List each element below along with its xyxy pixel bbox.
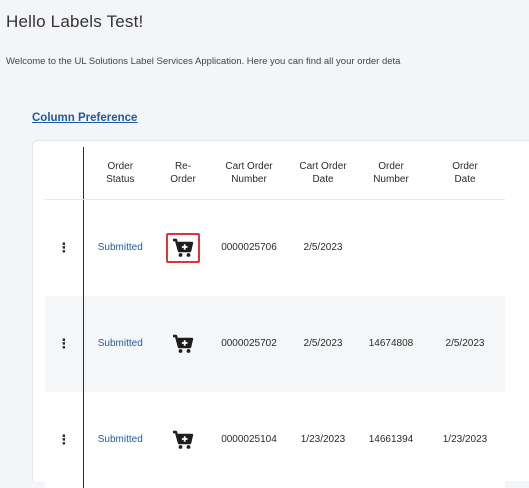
cart-order-date-cell: 2/5/2023 [289, 199, 357, 296]
column-header-order-number[interactable]: Order Number [357, 147, 425, 200]
table-row: ⋮ Submitted 0000025706 2/5/2023 [45, 199, 505, 296]
table-header-row: Order Status Re-Order Cart Order Number … [45, 147, 505, 200]
row-menu-icon[interactable]: ⋮ [57, 432, 70, 447]
table-row: ⋮ Submitted 0000025702 2/5/2023 14674808… [45, 295, 505, 392]
column-header-reorder[interactable]: Re-Order [157, 147, 209, 200]
order-status-link[interactable]: Submitted [98, 242, 143, 253]
column-header-menu [45, 147, 84, 200]
cart-plus-icon [173, 334, 194, 353]
column-header-order-status[interactable]: Order Status [83, 147, 157, 200]
order-status-link[interactable]: Submitted [98, 434, 143, 445]
order-status-link[interactable]: Submitted [98, 338, 143, 349]
cart-order-number-cell: 0000025702 [209, 295, 289, 392]
page-greeting: Hello Labels Test! [6, 12, 144, 31]
cart-order-number-cell: 0000025104 [209, 391, 289, 488]
welcome-message: Welcome to the UL Solutions Label Servic… [6, 56, 401, 67]
cart-plus-icon [173, 238, 194, 257]
table-row: ⋮ Submitted 0000025104 1/23/2023 1466139… [45, 391, 505, 488]
orders-table: Order Status Re-Order Cart Order Number … [45, 147, 505, 488]
cart-order-date-cell: 1/23/2023 [289, 391, 357, 488]
row-menu-icon[interactable]: ⋮ [57, 336, 70, 351]
reorder-button[interactable] [166, 232, 200, 263]
order-date-cell: 2/5/2023 [425, 295, 505, 392]
order-number-cell: 14661394 [357, 391, 425, 488]
reorder-button[interactable] [166, 425, 200, 455]
cart-plus-icon [173, 430, 194, 449]
order-date-cell [425, 199, 505, 296]
cart-order-number-cell: 0000025706 [209, 199, 289, 296]
column-header-order-date[interactable]: Order Date [425, 147, 505, 200]
orders-table-card: Order Status Re-Order Cart Order Number … [32, 140, 529, 488]
column-header-cart-order-number[interactable]: Cart Order Number [209, 147, 289, 200]
order-date-cell: 1/23/2023 [425, 391, 505, 488]
order-number-cell: 14674808 [357, 295, 425, 392]
reorder-button[interactable] [166, 329, 200, 359]
cart-order-date-cell: 2/5/2023 [289, 295, 357, 392]
column-header-cart-order-date[interactable]: Cart Order Date [289, 147, 357, 200]
order-number-cell [357, 199, 425, 296]
column-preference-link[interactable]: Column Preference [32, 112, 137, 124]
row-menu-icon[interactable]: ⋮ [57, 240, 70, 255]
